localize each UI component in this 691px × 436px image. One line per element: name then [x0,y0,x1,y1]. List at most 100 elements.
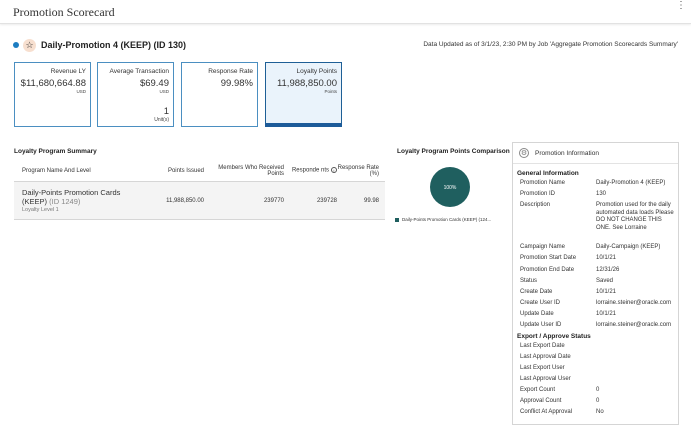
info-value [596,376,678,382]
info-key: Promotion End Date [520,267,575,273]
info-value: No [596,409,604,415]
info-value [596,343,678,349]
settings-icon: ⚙ [519,148,529,158]
info-key: Update Date [520,311,554,317]
members-cell: 239770 [263,197,284,204]
info-key: Description [520,202,551,208]
respondents-cell: 239728 [316,197,337,204]
info-row: Description Promotion used for the daily … [520,202,678,232]
kpi-value: 11,988,850.00 [276,78,337,89]
info-row: Campaign Name Daily-Campaign (KEEP) [520,244,678,252]
promotion-name: Daily-Promotion 4 (KEEP) (ID 130) [41,40,187,50]
info-key: Last Approval Date [520,354,571,360]
info-row: Update Date 10/1/21 [520,311,678,319]
info-key: Create Date [520,289,553,295]
info-row: Last Approval Date [520,354,678,360]
program-id: (ID 1249) [49,197,81,206]
info-key: Status [520,278,538,284]
table-row[interactable]: Daily-Points Promotion Cards (KEEP) (ID … [14,182,385,220]
program-cell: Daily-Points Promotion Cards (KEEP) (ID … [14,188,124,213]
info-value: 130 [596,191,607,197]
chart-legend: Daily-Points Promotion Cards (KEEP) (124… [395,217,491,222]
info-value: Daily-Promotion 4 (KEEP) [596,180,666,186]
data-updated-text: Data Updated as of 3/1/23, 2:30 PM by Jo… [423,41,678,48]
kpi-unit: USD [159,89,169,94]
kpi-unit: Points [324,89,337,94]
info-value [596,354,678,360]
info-value: Saved [596,278,614,284]
promotion-header: ☆ Daily-Promotion 4 (KEEP) (ID 130) [13,38,186,52]
column-header-points-issued[interactable]: Points Issued [124,168,204,174]
info-row: Promotion End Date 12/31/26 [520,267,678,275]
kpi-card-response-rate[interactable]: Response Rate 99.98% [181,62,258,127]
loyalty-summary-table: Program Name And Level Points Issued Mem… [14,160,385,220]
info-row: Last Export Date [520,343,678,349]
info-key: Conflict At Approval [520,409,573,415]
kpi-label: Loyalty Points [296,68,337,75]
legend-swatch [395,217,399,222]
info-value: Promotion used for the daily automated d… [596,202,674,231]
kpi-card-revenue-ly[interactable]: Revenue LY $11,680,664.88 USD [14,62,91,127]
info-value: 10/1/21 [596,255,617,261]
status-dot [13,42,19,48]
column-header-program[interactable]: Program Name And Level [14,168,124,174]
info-key: Campaign Name [520,244,566,250]
info-key: Promotion ID [520,191,556,197]
info-value: 0 [596,387,600,393]
info-key: Last Export User [520,365,565,371]
pie-slice-label: 100% [444,185,457,191]
points-pie-chart: 100% [430,167,470,207]
info-key: Promotion Start Date [520,255,577,261]
kpi-extra-value: 1 [163,106,169,117]
info-row: Status Saved [520,278,678,286]
info-value: 12/31/26 [596,267,620,273]
info-row: Promotion ID 130 [520,191,678,199]
more-options-icon[interactable]: ⋮ [676,1,686,11]
response-rate-cell: 99.98 [363,197,379,204]
kpi-label: Revenue LY [50,68,86,75]
column-header-members[interactable]: Members Who Received Points [204,165,284,177]
info-key: Promotion Name [520,180,566,186]
info-row: Promotion Start Date 10/1/21 [520,255,678,263]
info-key: Create User ID [520,300,561,306]
kpi-card-loyalty-points[interactable]: Loyalty Points 11,988,850.00 Points [265,62,342,127]
info-row: Create User ID lorraine.steiner@oracle.co… [520,300,678,308]
info-value: lorraine.steiner@oracle.com [596,322,672,328]
star-icon: ☆ [23,38,36,52]
kpi-label: Average Transaction [109,68,170,75]
info-key: Update User ID [520,322,562,328]
kpi-extra-unit: Unit(s) [154,117,169,123]
selected-indicator [265,123,342,127]
info-value: 10/1/21 [596,289,617,295]
comparison-title: Loyalty Program Points Comparison [397,148,510,155]
info-value: 0 [596,398,600,404]
info-key: Export Count [520,387,556,393]
info-key: Last Approval User [520,376,571,382]
app-title: Promotion Scorecard [13,5,115,19]
legend-label: Daily-Points Promotion Cards (KEEP) (124… [402,217,492,222]
points-issued-cell: 11,988,850.00 [166,197,204,204]
info-key: Approval Count [520,398,562,404]
info-value: Daily-Campaign (KEEP) [596,244,661,250]
info-row: Export Count 0 [520,387,678,395]
info-row: Update User ID lorraine.steiner@oracle.co… [520,322,678,330]
table-header: Program Name And Level Points Issued Mem… [14,160,385,182]
loyalty-summary-title: Loyalty Program Summary [14,148,97,155]
export-status-heading: Export / Approve Status [517,333,591,340]
info-key: Last Export Date [520,343,565,349]
kpi-unit: USD [76,89,86,94]
info-row: Last Export User [520,365,678,371]
info-row: Promotion Name Daily-Promotion 4 (KEEP) [520,180,678,188]
info-row: Last Approval User [520,376,678,382]
app-header: Promotion Scorecard ⋮ [0,0,691,24]
kpi-card-average-transaction[interactable]: Average Transaction $69.49 USD 1 Unit(s) [97,62,174,127]
info-row: Create Date 10/1/21 [520,289,678,297]
info-value: lorraine.steiner@oracle.com [596,300,672,306]
info-row: Conflict At Approval No [520,409,678,417]
column-header-response-rate[interactable]: Response Rate (%) [337,165,385,177]
info-row: Approval Count 0 [520,398,678,406]
general-info-heading: General Information [517,170,579,177]
column-header-respondents[interactable]: Responde nts i [284,167,337,174]
program-level: Loyalty Level 1 [22,207,59,213]
kpi-value: 99.98% [220,78,253,89]
